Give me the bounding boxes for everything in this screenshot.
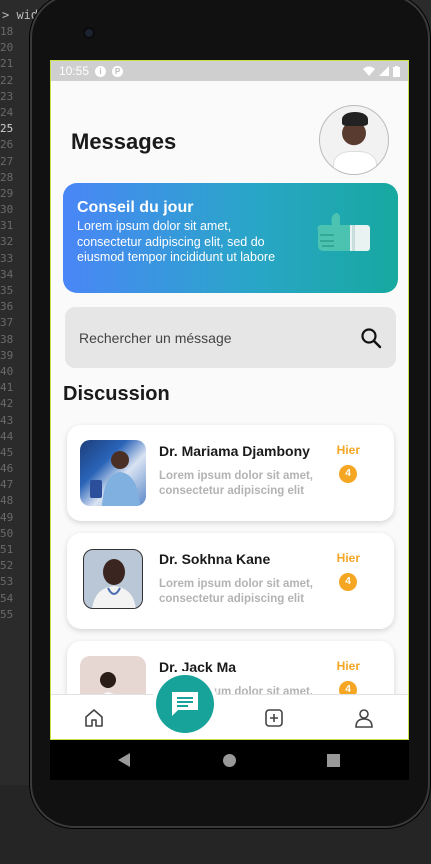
line-number: 38: [0, 332, 14, 346]
conversation-time: Hier: [336, 443, 360, 457]
page-title: Messages: [71, 129, 177, 154]
user-avatar[interactable]: [319, 105, 389, 175]
wifi-icon: [363, 66, 375, 76]
line-number: 44: [0, 429, 14, 443]
line-number: 48: [0, 494, 14, 508]
line-number: 32: [0, 235, 14, 249]
line-number: 52: [0, 559, 14, 573]
line-number: 22: [0, 73, 14, 87]
tip-of-the-day-card[interactable]: Conseil du jour Lorem ipsum dolor sit am…: [63, 183, 398, 293]
line-number: 53: [0, 575, 14, 589]
conversation-name: Dr. Mariama Djambony: [159, 443, 310, 459]
chat-icon[interactable]: [156, 675, 214, 733]
line-number: 37: [0, 316, 14, 330]
profile-icon[interactable]: [353, 707, 375, 729]
line-number: 51: [0, 543, 14, 556]
recent-apps-icon[interactable]: [327, 754, 340, 767]
message-bubble-icon: [172, 692, 198, 716]
conversation-time: Hier: [336, 659, 360, 673]
line-number: 50: [0, 526, 14, 540]
app-screen: 10:55 i P Messages Conseil du jour Lorem…: [50, 60, 409, 740]
conversation-name: Dr. Sokhna Kane: [159, 551, 271, 567]
unread-badge: 4: [339, 465, 357, 483]
line-number: 34: [0, 267, 14, 281]
line-number: 39: [0, 348, 14, 362]
conversation-preview: Lorem ipsum dolor sit amet, consectetur …: [159, 578, 313, 605]
line-number: 54: [0, 591, 14, 605]
line-number: 20: [0, 41, 14, 55]
line-number: 46: [0, 462, 14, 476]
conversation-preview: Lorem ipsum dolor sit amet, consectetur …: [159, 470, 313, 497]
header: Messages: [51, 105, 408, 175]
home-icon[interactable]: [83, 707, 105, 729]
line-number: 25: [0, 122, 14, 136]
line-number: 49: [0, 510, 14, 524]
signal-icon: [379, 66, 389, 76]
system-nav-bar: [50, 740, 409, 780]
battery-icon: [393, 65, 400, 77]
line-number: 33: [0, 251, 14, 265]
search-bar[interactable]: Rechercher un méssage: [65, 307, 396, 368]
line-number: 30: [0, 203, 14, 217]
tip-text: Lorem ipsum dolor sit amet, consectetur …: [77, 219, 276, 264]
doctor-photo-icon: [92, 559, 136, 608]
conversation-item[interactable]: Dr. Mariama Djambony Lorem ipsum dolor s…: [67, 425, 394, 521]
bottom-nav: [51, 694, 408, 739]
line-number: 42: [0, 397, 14, 411]
line-number: 23: [0, 89, 14, 103]
line-number: 28: [0, 170, 14, 184]
conversation-name: Dr. Jack Ma: [159, 659, 237, 675]
line-number: 36: [0, 300, 14, 314]
conversation-item[interactable]: Dr. Sokhna Kane Lorem ipsum dolor sit am…: [67, 533, 394, 629]
line-number: 41: [0, 381, 14, 395]
search-input[interactable]: Rechercher un méssage: [79, 330, 232, 346]
line-number: 26: [0, 138, 14, 152]
notification-icon: P: [112, 65, 124, 77]
avatar-body: [334, 152, 376, 174]
doctor-avatar: [83, 549, 143, 609]
line-gutter: 18 20 21 22 23 24 25 26 27 28 29 30 31 32 33 34 35 36 37 38…: [0, 24, 30, 623]
search-icon[interactable]: [360, 327, 382, 349]
line-number: 31: [0, 219, 14, 233]
thumbs-up-icon: [317, 213, 370, 251]
doctor-photo-icon: [90, 451, 140, 506]
status-bar: 10:55 i P: [51, 61, 408, 81]
line-number: 21: [0, 57, 14, 71]
status-time: 10:55: [59, 64, 90, 78]
conversation-time: Hier: [336, 551, 360, 565]
line-number: 18: [0, 25, 14, 38]
add-square-icon[interactable]: [263, 707, 285, 729]
back-icon[interactable]: [118, 753, 130, 767]
line-number: 47: [0, 478, 14, 492]
line-number: 35: [0, 284, 14, 297]
home-button-icon[interactable]: [223, 754, 236, 767]
line-number: 55: [0, 607, 14, 621]
line-number: 45: [0, 445, 14, 459]
avatar-hair: [342, 112, 368, 126]
line-number: 27: [0, 154, 14, 168]
camera-icon: [83, 27, 95, 39]
line-number: 40: [0, 364, 14, 378]
line-number: 43: [0, 413, 14, 427]
info-icon: i: [95, 65, 107, 77]
doctor-avatar: [80, 440, 146, 506]
unread-badge: 4: [339, 573, 357, 591]
section-title-discussion: Discussion: [63, 383, 170, 405]
line-number: 24: [0, 105, 14, 119]
line-number: 29: [0, 186, 14, 200]
